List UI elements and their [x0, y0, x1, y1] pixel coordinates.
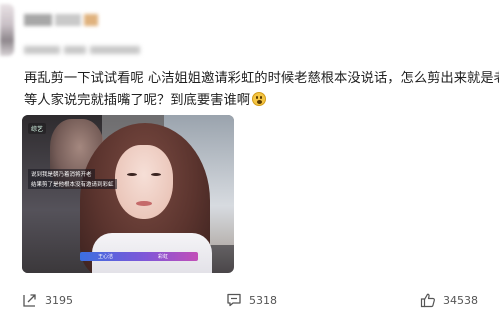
- like-count: 34538: [443, 293, 478, 307]
- post-text: 再乱剪一下试试看呢 心洁姐姐邀请彩虹的时候老慈根本没说话，怎么剪出来就是老 等人…: [24, 68, 499, 112]
- share-icon: [22, 292, 38, 308]
- comment-button[interactable]: 5318: [226, 290, 277, 310]
- image-name-left: 王心洁: [98, 254, 114, 260]
- image-caption-tag: 综艺: [28, 123, 47, 134]
- comment-count: 5318: [249, 293, 277, 307]
- astonished-face-emoji-icon: [252, 92, 267, 106]
- image-eye-left: [127, 173, 137, 176]
- post-image[interactable]: 综艺 说到我是朝乃着消将开老 结果剪了是他根本没有邀请到彩虹 王心洁 彩虹: [22, 115, 234, 273]
- post-text-line-1: 再乱剪一下试试看呢 心洁姐姐邀请彩虹的时候老慈根本没说话，怎么剪出来就是老: [24, 71, 499, 86]
- blurred-username[interactable]: [24, 14, 144, 28]
- share-button[interactable]: 3195: [22, 290, 73, 310]
- image-subtitle-1: 说到我是朝乃着消将开老: [28, 169, 95, 179]
- comment-icon: [226, 292, 242, 308]
- like-button[interactable]: 34538: [420, 290, 478, 310]
- image-eye-right: [151, 173, 161, 176]
- image-woman-face: [115, 145, 173, 219]
- image-subtitle-2: 结果剪了是他根本没有邀请到彩虹: [28, 179, 117, 189]
- blurred-post-meta: [24, 46, 184, 56]
- image-name-bar: 王心洁 彩虹: [80, 252, 198, 261]
- blurred-avatar[interactable]: [0, 4, 14, 56]
- post-text-line-2: 等人家说完就插嘴了呢？到底要害谁啊: [24, 90, 499, 112]
- share-count: 3195: [45, 293, 73, 307]
- image-name-right: 彩虹: [158, 254, 169, 260]
- action-bar: 3195 5318 34538: [0, 288, 499, 312]
- post-text-line-2-content: 等人家说完就插嘴了呢？到底要害谁啊: [24, 93, 251, 108]
- weibo-post: 再乱剪一下试试看呢 心洁姐姐邀请彩虹的时候老慈根本没说话，怎么剪出来就是老 等人…: [0, 0, 499, 320]
- thumbs-up-icon: [420, 292, 436, 308]
- image-lips: [136, 201, 152, 206]
